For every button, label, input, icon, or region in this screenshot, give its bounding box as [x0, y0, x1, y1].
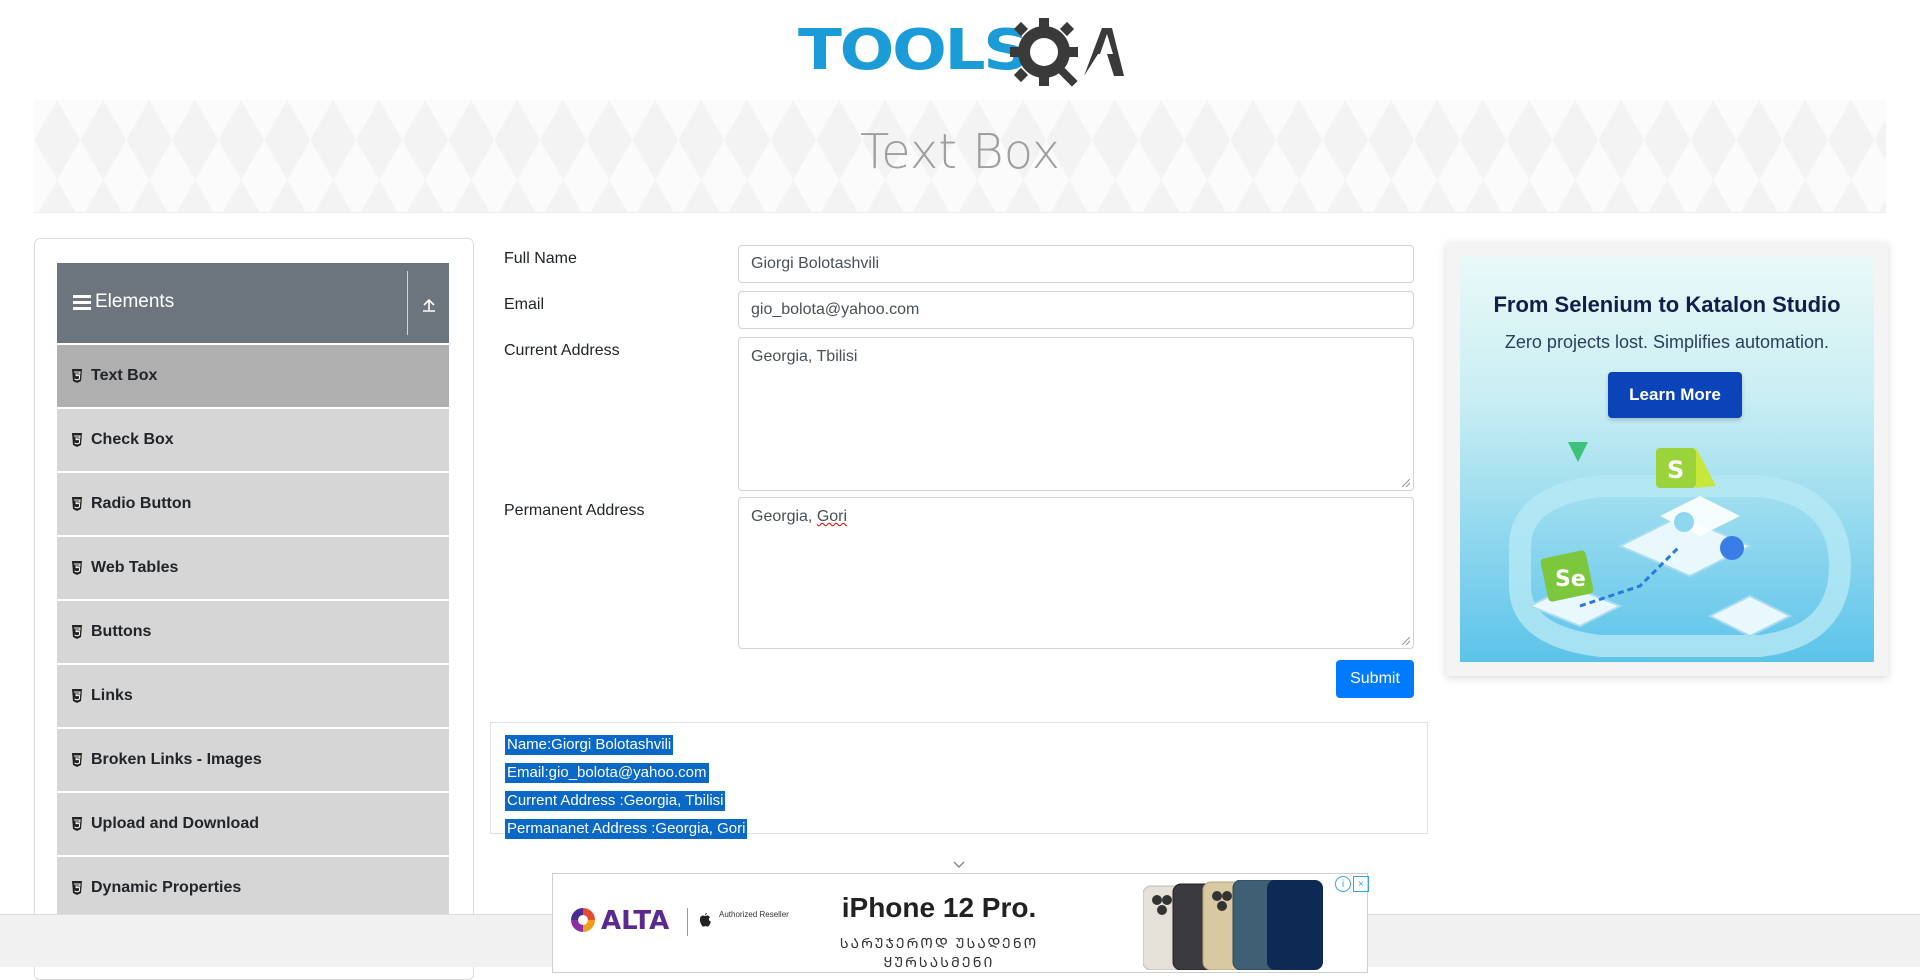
html5-icon [72, 753, 82, 767]
info-icon[interactable]: i [1335, 876, 1351, 892]
full-name-label: Full Name [504, 250, 577, 267]
sidebar: Elements Text Box Check Box Radio Button… [34, 238, 474, 980]
full-name-value: Giorgi Bolotashvili [751, 255, 880, 272]
chevron-down-icon[interactable] [952, 860, 966, 870]
permanent-address-value-word: Gori [816, 508, 848, 525]
toolsqa-logo[interactable]: TOOLS [798, 14, 1124, 92]
bottom-ad-subtitle: ᲡᲐᲠᲣᲯᲔᲠᲝᲓ ᲣᲡᲐᲓᲔᲜᲝ ᲧᲣᲠᲡᲐᲡᲛᲔᲜᲘ [839, 935, 1039, 970]
bottom-ad-title: iPhone 12 Pro. [841, 892, 1037, 923]
current-address-label: Current Address [504, 342, 620, 359]
iphone-product-image [1143, 880, 1323, 970]
permanent-address-value-prefix: Georgia, [751, 508, 817, 525]
output-permanent-address: Permananet Address :Georgia, Gori [505, 819, 748, 839]
sidebar-item-dynamic-properties[interactable]: Dynamic Properties [57, 857, 449, 919]
email-value: gio_bolota@yahoo.com [751, 301, 920, 318]
resize-handle[interactable] [1402, 637, 1410, 645]
html5-icon [72, 497, 82, 511]
learn-more-button[interactable]: Learn More [1608, 372, 1742, 418]
email-label: Email [504, 296, 545, 313]
output-name: Name:Giorgi Bolotashvili [505, 735, 674, 755]
sidebar-item-label: Broken Links - Images [91, 751, 262, 768]
bottom-ad[interactable]: ALTA Authorized Reseller iPhone 12 Pro. … [552, 873, 1369, 973]
email-input[interactable]: gio_bolota@yahoo.com [738, 291, 1414, 329]
sidebar-group-title: Elements [95, 291, 175, 312]
hamburger-icon [73, 295, 91, 313]
close-icon[interactable]: × [1353, 876, 1369, 892]
header: TOOLS [0, 0, 1920, 100]
sidebar-item-web-tables[interactable]: Web Tables [57, 537, 449, 599]
output-current-address: Current Address :Georgia, Tbilisi [505, 791, 726, 811]
html5-icon [72, 881, 82, 895]
sidebar-item-label: Buttons [91, 623, 152, 640]
ad-title: From Selenium to Katalon Studio [1493, 292, 1841, 317]
header-divider [407, 271, 408, 335]
resize-handle[interactable] [1402, 479, 1410, 487]
sidebar-item-label: Web Tables [91, 559, 179, 576]
ad-separator [687, 908, 688, 936]
apple-icon [699, 913, 711, 927]
sidebar-menu-list: Text Box Check Box Radio Button Web Tabl… [57, 345, 449, 921]
ad-choices[interactable]: i × [1335, 876, 1369, 892]
ad-subtitle: Zero projects lost. Simplifies automatio… [1504, 332, 1830, 352]
sidebar-item-buttons[interactable]: Buttons [57, 601, 449, 663]
output-email: Email:gio_bolota@yahoo.com [505, 763, 709, 783]
output-box: Name:Giorgi Bolotashvili Email:gio_bolot… [490, 722, 1428, 839]
katalon-ad-banner[interactable]: From Selenium to Katalon Studio Zero pro… [1460, 256, 1874, 662]
svg-text:S: S [1667, 456, 1684, 484]
sidebar-item-text-box[interactable]: Text Box [57, 345, 449, 407]
logo-gear-qa-icon [1010, 18, 1124, 87]
permanent-address-textarea[interactable]: Georgia, Gori [738, 497, 1414, 649]
html5-icon [72, 817, 82, 831]
sidebar-item-label: Links [91, 687, 133, 704]
authorized-reseller-text: Authorized Reseller [719, 910, 789, 919]
sidebar-item-links[interactable]: Links [57, 665, 449, 727]
permanent-address-label: Permanent Address [504, 502, 645, 519]
sidebar-item-radio-button[interactable]: Radio Button [57, 473, 449, 535]
ad-illustration: Se S [1509, 442, 1852, 657]
arrow-up-icon[interactable] [421, 297, 437, 313]
sidebar-item-broken-links-images[interactable]: Broken Links - Images [57, 729, 449, 791]
html5-icon [72, 561, 82, 575]
page-title: Text Box [859, 124, 1061, 180]
alta-brand-text: ALTA [601, 906, 670, 936]
sidebar-item-label: Text Box [91, 367, 158, 384]
sidebar-item-upload-and-download[interactable]: Upload and Download [57, 793, 449, 855]
sidebar-group-header-elements[interactable]: Elements [57, 263, 449, 343]
sidebar-item-check-box[interactable]: Check Box [57, 409, 449, 471]
html5-icon [72, 433, 82, 447]
alta-icon [571, 908, 595, 932]
sidebar-item-label: Radio Button [91, 495, 192, 512]
html5-icon [72, 369, 82, 383]
alta-logo: ALTA Authorized Reseller [569, 904, 789, 940]
sidebar-item-label: Dynamic Properties [91, 879, 242, 896]
current-address-value: Georgia, Tbilisi [751, 348, 858, 365]
html5-icon [72, 689, 82, 703]
svg-text:Se: Se [1555, 567, 1586, 592]
submit-button[interactable]: Submit [1336, 660, 1414, 698]
side-ad[interactable]: From Selenium to Katalon Studio Zero pro… [1446, 242, 1888, 676]
sidebar-item-label: Check Box [91, 431, 174, 448]
page-banner: Text Box [34, 100, 1886, 213]
html5-icon [72, 625, 82, 639]
current-address-textarea[interactable]: Georgia, Tbilisi [738, 337, 1414, 491]
full-name-input[interactable]: Giorgi Bolotashvili [738, 245, 1414, 283]
logo-tools-text: TOOLS [798, 18, 1030, 83]
sidebar-item-label: Upload and Download [91, 815, 259, 832]
